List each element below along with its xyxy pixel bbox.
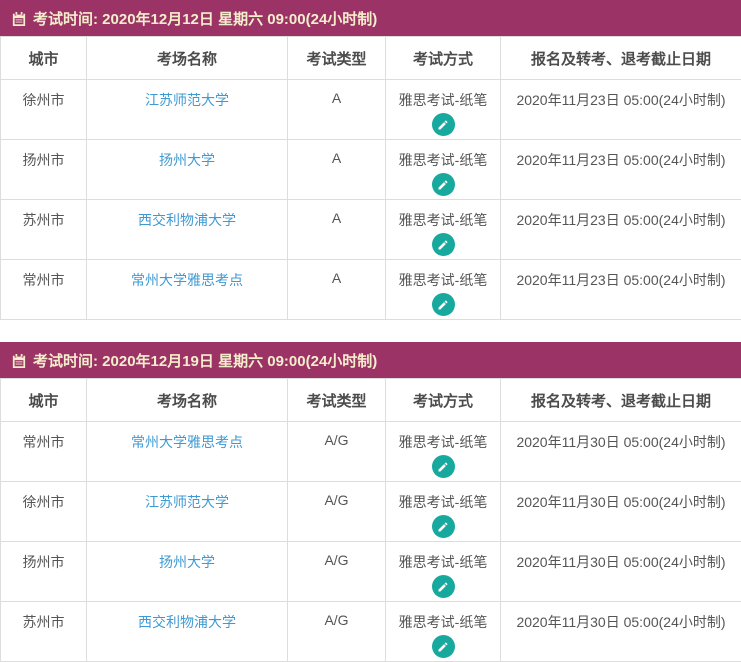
venue-link[interactable]: 常州大学雅思考点 <box>131 434 243 450</box>
table-row: 常州市 常州大学雅思考点 A/G 雅思考试-纸笔 2020年11月30日 05:… <box>1 422 741 482</box>
table-row: 苏州市 西交利物浦大学 A 雅思考试-纸笔 2020年11月23日 05:00(… <box>1 200 741 260</box>
calendar-icon <box>12 354 26 368</box>
pencil-icon[interactable] <box>432 455 455 478</box>
venue-link[interactable]: 江苏师范大学 <box>145 92 229 108</box>
table-row: 徐州市 江苏师范大学 A 雅思考试-纸笔 2020年11月23日 05:00(2… <box>1 80 741 140</box>
exam-type-cell: A/G <box>288 602 386 662</box>
pencil-icon[interactable] <box>432 293 455 316</box>
city-cell: 苏州市 <box>1 602 87 662</box>
exam-method-cell: 雅思考试-纸笔 <box>386 482 501 542</box>
venue-cell: 江苏师范大学 <box>87 80 288 140</box>
col-header-exam-method: 考试方式 <box>386 37 501 80</box>
venue-cell: 扬州大学 <box>87 140 288 200</box>
session-header: 考试时间: 2020年12月19日 星期六 09:00(24小时制) <box>0 342 741 378</box>
exam-table-1: 城市 考场名称 考试类型 考试方式 报名及转考、退考截止日期 徐州市 江苏师范大… <box>0 36 741 320</box>
exam-method-cell: 雅思考试-纸笔 <box>386 542 501 602</box>
venue-link[interactable]: 常州大学雅思考点 <box>131 272 243 288</box>
venue-link[interactable]: 西交利物浦大学 <box>138 614 236 630</box>
col-header-city: 城市 <box>1 37 87 80</box>
exam-method-label: 雅思考试-纸笔 <box>399 90 488 110</box>
exam-table-2: 城市 考场名称 考试类型 考试方式 报名及转考、退考截止日期 常州市 常州大学雅… <box>0 378 741 662</box>
deadline-cell: 2020年11月30日 05:00(24小时制) <box>501 422 741 482</box>
venue-link[interactable]: 扬州大学 <box>159 554 215 570</box>
exam-method-cell: 雅思考试-纸笔 <box>386 260 501 320</box>
exam-method-cell: 雅思考试-纸笔 <box>386 602 501 662</box>
col-header-deadline: 报名及转考、退考截止日期 <box>501 379 741 422</box>
city-cell: 苏州市 <box>1 200 87 260</box>
venue-cell: 扬州大学 <box>87 542 288 602</box>
venue-cell: 常州大学雅思考点 <box>87 422 288 482</box>
exam-method-cell: 雅思考试-纸笔 <box>386 422 501 482</box>
pencil-icon[interactable] <box>432 233 455 256</box>
table-header-row: 城市 考场名称 考试类型 考试方式 报名及转考、退考截止日期 <box>1 37 741 80</box>
table-row: 徐州市 江苏师范大学 A/G 雅思考试-纸笔 2020年11月30日 05:00… <box>1 482 741 542</box>
pencil-icon[interactable] <box>432 173 455 196</box>
col-header-exam-type: 考试类型 <box>288 379 386 422</box>
exam-method-cell: 雅思考试-纸笔 <box>386 140 501 200</box>
table-row: 常州市 常州大学雅思考点 A 雅思考试-纸笔 2020年11月23日 05:00… <box>1 260 741 320</box>
deadline-cell: 2020年11月23日 05:00(24小时制) <box>501 200 741 260</box>
exam-method-label: 雅思考试-纸笔 <box>399 612 488 632</box>
col-header-venue: 考场名称 <box>87 37 288 80</box>
col-header-venue: 考场名称 <box>87 379 288 422</box>
exam-method-label: 雅思考试-纸笔 <box>399 432 488 452</box>
exam-type-cell: A/G <box>288 482 386 542</box>
city-cell: 扬州市 <box>1 542 87 602</box>
venue-link[interactable]: 西交利物浦大学 <box>138 212 236 228</box>
table-row: 苏州市 西交利物浦大学 A/G 雅思考试-纸笔 2020年11月30日 05:0… <box>1 602 741 662</box>
exam-method-cell: 雅思考试-纸笔 <box>386 80 501 140</box>
session-title: 考试时间: 2020年12月12日 星期六 09:00(24小时制) <box>33 8 377 29</box>
deadline-cell: 2020年11月30日 05:00(24小时制) <box>501 602 741 662</box>
exam-type-cell: A/G <box>288 422 386 482</box>
pencil-icon[interactable] <box>432 635 455 658</box>
exam-session-1: 考试时间: 2020年12月12日 星期六 09:00(24小时制) 城市 考场… <box>0 0 741 320</box>
pencil-icon[interactable] <box>432 515 455 538</box>
session-title: 考试时间: 2020年12月19日 星期六 09:00(24小时制) <box>33 350 377 371</box>
deadline-cell: 2020年11月23日 05:00(24小时制) <box>501 80 741 140</box>
col-header-city: 城市 <box>1 379 87 422</box>
table-row: 扬州市 扬州大学 A 雅思考试-纸笔 2020年11月23日 05:00(24小… <box>1 140 741 200</box>
exam-type-cell: A/G <box>288 542 386 602</box>
deadline-cell: 2020年11月23日 05:00(24小时制) <box>501 260 741 320</box>
table-header-row: 城市 考场名称 考试类型 考试方式 报名及转考、退考截止日期 <box>1 379 741 422</box>
pencil-icon[interactable] <box>432 575 455 598</box>
city-cell: 徐州市 <box>1 80 87 140</box>
exam-method-label: 雅思考试-纸笔 <box>399 210 488 230</box>
session-header: 考试时间: 2020年12月12日 星期六 09:00(24小时制) <box>0 0 741 36</box>
pencil-icon[interactable] <box>432 113 455 136</box>
exam-type-cell: A <box>288 140 386 200</box>
deadline-cell: 2020年11月30日 05:00(24小时制) <box>501 542 741 602</box>
exam-method-label: 雅思考试-纸笔 <box>399 552 488 572</box>
city-cell: 徐州市 <box>1 482 87 542</box>
city-cell: 常州市 <box>1 422 87 482</box>
table-row: 扬州市 扬州大学 A/G 雅思考试-纸笔 2020年11月30日 05:00(2… <box>1 542 741 602</box>
venue-cell: 常州大学雅思考点 <box>87 260 288 320</box>
exam-method-cell: 雅思考试-纸笔 <box>386 200 501 260</box>
exam-type-cell: A <box>288 200 386 260</box>
exam-method-label: 雅思考试-纸笔 <box>399 492 488 512</box>
deadline-cell: 2020年11月30日 05:00(24小时制) <box>501 482 741 542</box>
calendar-icon <box>12 12 26 26</box>
col-header-exam-type: 考试类型 <box>288 37 386 80</box>
city-cell: 扬州市 <box>1 140 87 200</box>
venue-cell: 西交利物浦大学 <box>87 200 288 260</box>
col-header-exam-method: 考试方式 <box>386 379 501 422</box>
deadline-cell: 2020年11月23日 05:00(24小时制) <box>501 140 741 200</box>
exam-method-label: 雅思考试-纸笔 <box>399 150 488 170</box>
venue-link[interactable]: 江苏师范大学 <box>145 494 229 510</box>
col-header-deadline: 报名及转考、退考截止日期 <box>501 37 741 80</box>
exam-type-cell: A <box>288 80 386 140</box>
exam-session-2: 考试时间: 2020年12月19日 星期六 09:00(24小时制) 城市 考场… <box>0 342 741 662</box>
venue-link[interactable]: 扬州大学 <box>159 152 215 168</box>
venue-cell: 西交利物浦大学 <box>87 602 288 662</box>
venue-cell: 江苏师范大学 <box>87 482 288 542</box>
city-cell: 常州市 <box>1 260 87 320</box>
exam-type-cell: A <box>288 260 386 320</box>
exam-method-label: 雅思考试-纸笔 <box>399 270 488 290</box>
